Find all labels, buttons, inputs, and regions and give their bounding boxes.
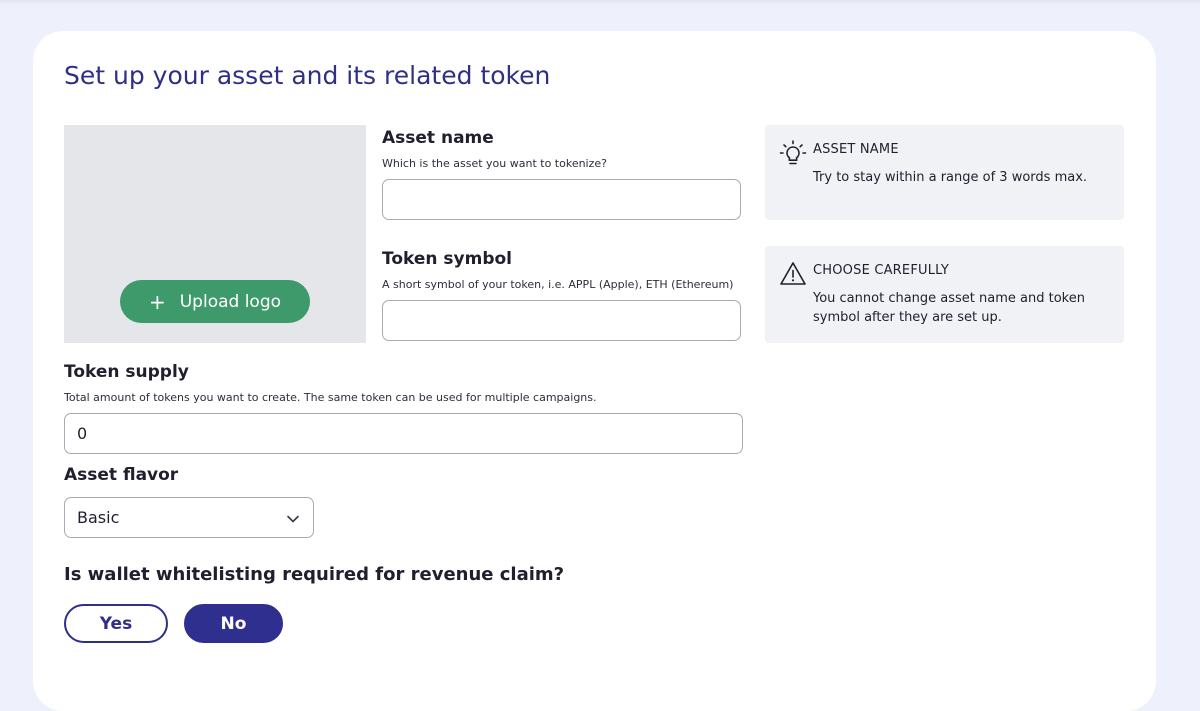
upload-logo-button[interactable]: + Upload logo [120, 280, 310, 323]
asset-name-hint: Which is the asset you want to tokenize? [382, 157, 607, 170]
token-symbol-hint: A short symbol of your token, i.e. APPL … [382, 278, 734, 291]
warning-icon [780, 262, 806, 285]
asset-flavor-selected: Basic [77, 508, 120, 527]
token-supply-hint: Total amount of tokens you want to creat… [64, 391, 597, 404]
top-bar [0, 0, 1200, 4]
asset-name-label: Asset name [382, 128, 494, 148]
tip-asset-name: ASSET NAME Try to stay within a range of… [765, 125, 1124, 220]
tip-choose-carefully: CHOOSE CAREFULLY You cannot change asset… [765, 246, 1124, 343]
upload-logo-label: Upload logo [179, 291, 282, 312]
token-supply-input[interactable] [64, 413, 743, 454]
whitelisting-yes-button[interactable]: Yes [64, 604, 168, 643]
token-symbol-label: Token symbol [382, 249, 513, 269]
chevron-down-icon [287, 515, 299, 523]
asset-name-input[interactable] [382, 179, 741, 220]
token-symbol-input[interactable] [382, 300, 741, 341]
token-supply-label: Token supply [64, 362, 189, 382]
lightbulb-icon [779, 140, 807, 165]
tip-asset-name-title: ASSET NAME [813, 142, 899, 157]
plus-icon: + [148, 289, 166, 314]
tip-asset-name-text: Try to stay within a range of 3 words ma… [813, 170, 1088, 185]
logo-upload-area[interactable]: + Upload logo [64, 125, 366, 343]
whitelisting-question: Is wallet whitelisting required for reve… [64, 564, 565, 585]
tip-choose-carefully-title: CHOOSE CAREFULLY [813, 263, 950, 278]
page-title: Set up your asset and its related token [64, 61, 551, 90]
tip-choose-carefully-text: You cannot change asset name and token s… [813, 291, 1085, 325]
asset-flavor-label: Asset flavor [64, 465, 179, 485]
whitelisting-no-button[interactable]: No [184, 604, 283, 643]
asset-flavor-select[interactable]: Basic [64, 497, 314, 538]
